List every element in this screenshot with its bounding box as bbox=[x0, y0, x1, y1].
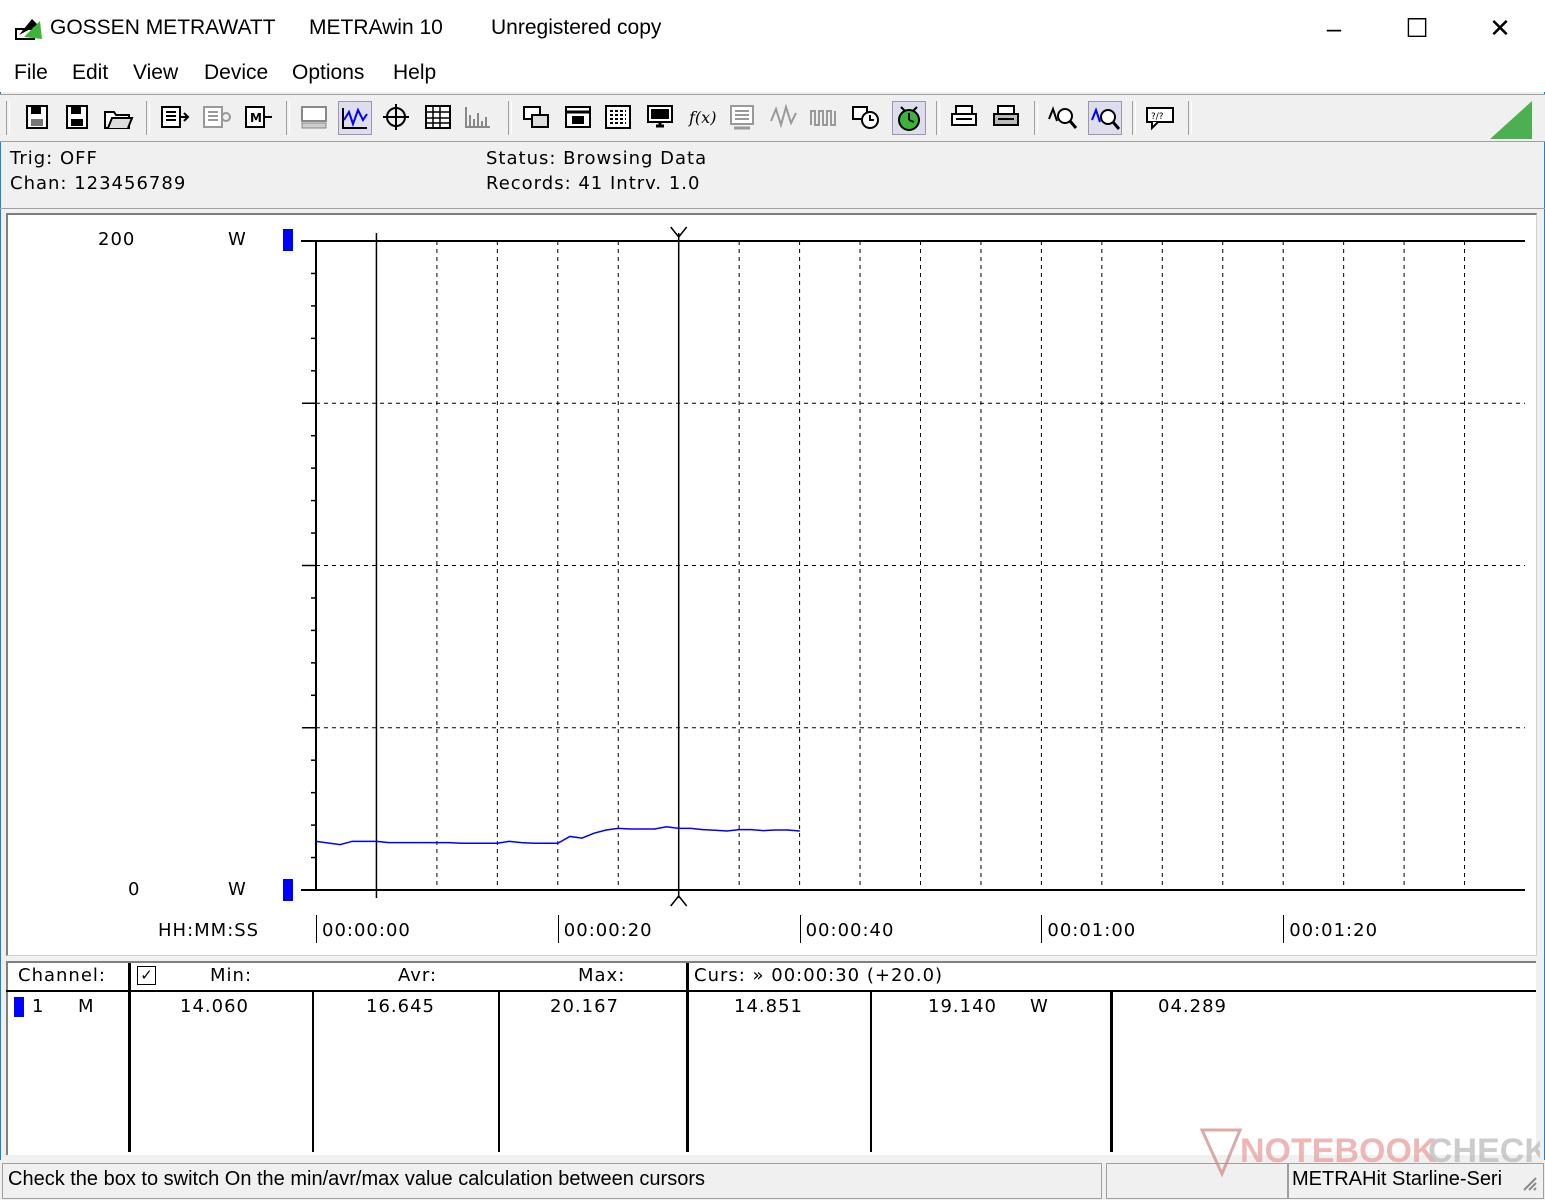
data-point bbox=[653, 828, 656, 830]
x-tick-separator bbox=[799, 915, 801, 943]
row-cursor-delta: 04.289 bbox=[1158, 996, 1227, 1017]
data-point bbox=[545, 842, 547, 844]
data-point bbox=[738, 829, 740, 831]
data-point bbox=[762, 830, 764, 832]
data-point bbox=[412, 842, 414, 844]
data-point bbox=[666, 826, 668, 828]
x-tick-separator bbox=[316, 915, 317, 943]
x-tick-label: 00:00:40 bbox=[805, 920, 895, 941]
row-cursor1-value: 14.851 bbox=[734, 996, 803, 1017]
data-point bbox=[387, 842, 390, 844]
data-point bbox=[460, 842, 462, 844]
table-col-divider bbox=[128, 963, 131, 1152]
minmax-checkbox[interactable]: ✓ bbox=[137, 966, 156, 985]
header-channel: Channel: bbox=[18, 965, 106, 986]
data-point bbox=[496, 842, 498, 844]
data-point bbox=[641, 828, 644, 830]
data-point bbox=[774, 829, 777, 831]
x-tick-separator bbox=[557, 915, 559, 943]
x-tick-separator bbox=[1283, 915, 1285, 943]
data-point bbox=[315, 840, 317, 842]
data-point bbox=[400, 842, 402, 844]
status-device-text: METRAHit Starline-Seri bbox=[1292, 1168, 1503, 1190]
row-channel-mode: M bbox=[78, 996, 95, 1017]
status-hint-text: Check the box to switch On the min/avr/m… bbox=[8, 1168, 705, 1190]
header-avr: Avr: bbox=[398, 965, 438, 986]
data-point bbox=[533, 842, 535, 844]
data-point bbox=[424, 842, 426, 844]
data-point bbox=[799, 830, 801, 832]
data-point bbox=[678, 827, 680, 829]
x-tick-label: 00:01:00 bbox=[1047, 920, 1137, 941]
table-header-divider bbox=[6, 990, 1536, 992]
x-tick-label: 00:00:00 bbox=[322, 920, 411, 941]
x-tick-separator bbox=[1041, 915, 1043, 943]
data-point bbox=[484, 842, 486, 844]
data-point bbox=[581, 837, 583, 839]
status-bar: Check the box to switch On the min/avr/m… bbox=[0, 1160, 1545, 1200]
table-col-divider bbox=[686, 963, 689, 1152]
data-point bbox=[375, 840, 378, 842]
data-point bbox=[569, 835, 571, 838]
data-point bbox=[339, 843, 341, 846]
data-point bbox=[617, 827, 619, 829]
data-point bbox=[436, 842, 438, 844]
data-point bbox=[750, 829, 752, 831]
data-point bbox=[448, 842, 450, 844]
header-max: Max: bbox=[578, 965, 626, 986]
channel-color-marker bbox=[14, 997, 24, 1017]
table-col-divider bbox=[498, 992, 500, 1152]
row-max-value: 20.167 bbox=[550, 996, 619, 1017]
data-point bbox=[472, 842, 474, 844]
table-col-divider bbox=[1110, 992, 1113, 1152]
data-point bbox=[786, 829, 789, 831]
data-point bbox=[593, 832, 595, 834]
data-point bbox=[363, 840, 365, 842]
row-avr-value: 16.645 bbox=[366, 996, 435, 1017]
resize-grip-icon[interactable] bbox=[1518, 1172, 1538, 1192]
data-point bbox=[702, 829, 704, 831]
status-pane-empty bbox=[1106, 1163, 1288, 1199]
table-col-divider bbox=[312, 992, 314, 1152]
data-point bbox=[351, 840, 353, 842]
table-col-divider bbox=[870, 992, 872, 1152]
data-point bbox=[520, 842, 523, 844]
time-format-label: HH:MM:SS bbox=[158, 920, 260, 941]
data-point bbox=[629, 828, 631, 830]
x-tick-label: 00:01:20 bbox=[1289, 920, 1379, 941]
data-point bbox=[605, 829, 607, 831]
row-cursor2-value: 19.140 bbox=[928, 996, 997, 1017]
data-point bbox=[714, 829, 716, 831]
row-min-value: 14.060 bbox=[180, 996, 249, 1017]
data-point bbox=[508, 840, 511, 842]
data-point bbox=[726, 830, 728, 832]
row-unit: W bbox=[1030, 996, 1049, 1017]
header-cursor: Curs: » 00:00:30 (+20.0) bbox=[694, 965, 944, 986]
x-tick-label: 00:00:20 bbox=[563, 920, 653, 941]
data-point bbox=[690, 827, 692, 829]
header-min: Min: bbox=[210, 965, 253, 986]
row-channel-number: 1 bbox=[32, 996, 45, 1017]
data-point bbox=[557, 842, 559, 844]
line-chart[interactable] bbox=[0, 0, 1545, 960]
